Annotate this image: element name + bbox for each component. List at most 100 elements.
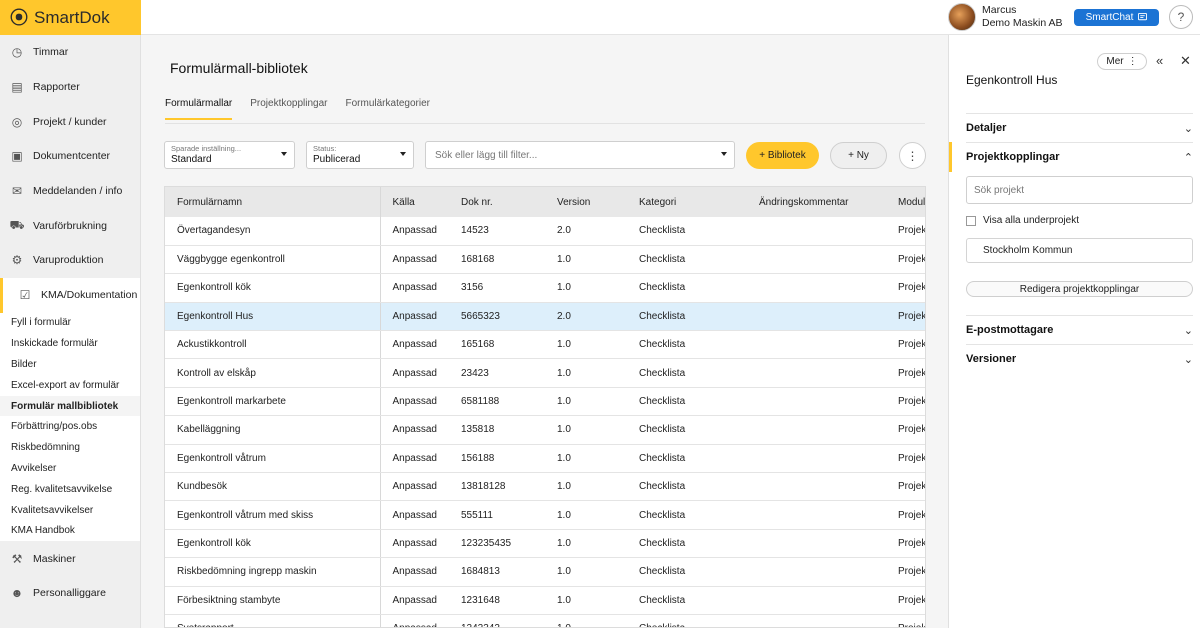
table-header-row: Formulärnamn Källa Dok nr. Version Kateg…	[165, 187, 925, 217]
table-row[interactable]: Kundbesök Anpassad 13818128 1.0 Checklista Pr…	[165, 472, 925, 502]
saved-settings-value: Standard	[171, 154, 212, 165]
table-cell: Checklista	[627, 557, 747, 587]
column-header[interactable]: Dok nr.	[449, 187, 545, 217]
table-row[interactable]: Egenkontroll våtrum med skiss Anpassad 555…	[165, 500, 925, 530]
table-row[interactable]: Egenkontroll våtrum Anpassad 156188 1.0 Chec…	[165, 444, 925, 474]
section-epostmottagare[interactable]: E-postmottagare ⌄	[966, 315, 1193, 344]
show-subprojects-checkbox[interactable]	[966, 215, 976, 226]
table-cell: Projek	[886, 444, 925, 474]
submenu-item-active[interactable]: Formulär mallbibliotek	[0, 395, 140, 417]
sidebar-item-maskiner[interactable]: ⚒ Maskiner	[0, 541, 140, 576]
table-cell: Anpassad	[380, 302, 449, 332]
section-label: Projektkopplingar	[966, 151, 1060, 163]
table-cell: 1.0	[545, 444, 627, 474]
submenu-item[interactable]: Kvalitetsavvikelser	[0, 500, 140, 521]
more-options-button[interactable]: ⋮	[899, 142, 926, 169]
table-cell: Projek	[886, 614, 925, 627]
double-chevron-left-icon[interactable]: «	[1156, 53, 1163, 68]
sidebar-item-dokumentcenter[interactable]: ▣ Dokumentcenter	[0, 139, 140, 174]
column-header[interactable]: Modul	[886, 187, 925, 217]
submenu-item[interactable]: Riskbedömning	[0, 437, 140, 458]
table-cell: Ackustikkontroll	[165, 330, 381, 360]
table-cell: Projek	[886, 387, 925, 417]
submenu-item[interactable]: Excel-export av formulär	[0, 375, 140, 396]
table-cell: 5665323	[449, 302, 545, 332]
submenu-item[interactable]: Reg. kvalitetsavvikelse	[0, 479, 140, 500]
filter-search-input[interactable]: Sök eller lägg till filter...	[425, 141, 735, 169]
table-cell: Projek	[886, 273, 925, 303]
table-cell: Svetsrapport	[165, 614, 381, 627]
submenu-item[interactable]: Förbättring/pos.obs	[0, 416, 140, 437]
smartdok-logo-icon: ⦿	[10, 7, 28, 28]
table-row[interactable]: Egenkontroll Hus Anpassad 5665323 2.0 Checkl…	[165, 302, 925, 332]
column-header[interactable]: Kategori	[627, 187, 747, 217]
logo[interactable]: ⦿ SmartDok	[0, 0, 141, 35]
avatar	[948, 3, 976, 31]
table-row[interactable]: Kontroll av elskåp Anpassad 23423 1.0 Checkl…	[165, 358, 925, 388]
table-row[interactable]: Kabelläggning Anpassad 135818 1.0 Checklista…	[165, 415, 925, 445]
project-search-input[interactable]: Sök projekt	[966, 176, 1193, 204]
submenu-item[interactable]: Fyll i formulär	[0, 313, 140, 334]
table-row[interactable]: SvetsrapportAnpassad12423421.0Checklista…	[165, 614, 925, 627]
show-subprojects-label: Visa alla underprojekt	[983, 215, 1079, 226]
table-row[interactable]: Egenkontroll kök Anpassad 123235435 1.0 Chec…	[165, 529, 925, 559]
more-menu-button[interactable]: Mer ⋮	[1097, 53, 1147, 70]
user-menu[interactable]: Marcus Demo Maskin AB	[948, 3, 1063, 31]
sidebar-item-kma[interactable]: ☑ KMA/Dokumentation	[0, 277, 140, 313]
clock-icon: ◷	[11, 45, 23, 60]
sidebar-item-varuforbrukning[interactable]: ⛟ Varuförbrukning	[0, 208, 140, 243]
table-row[interactable]: Egenkontroll kök Anpassad 3156 1.0 Checklist…	[165, 273, 925, 303]
table-cell: 135818	[449, 415, 545, 445]
table-cell: Checklista	[627, 217, 747, 246]
section-detaljer[interactable]: Detaljer ⌄	[966, 113, 1193, 142]
table-cell	[747, 217, 886, 246]
table-row[interactable]: Väggbygge egenkontroll Anpassad 168168 1.0 C…	[165, 245, 925, 275]
column-header[interactable]: Formulärnamn	[165, 187, 381, 217]
table-cell: Kontroll av elskåp	[165, 358, 381, 388]
show-subprojects-row[interactable]: Visa alla underprojekt	[966, 215, 1079, 226]
submenu-item[interactable]: Inskickade formulär	[0, 333, 140, 354]
column-header[interactable]: Ändringskommentar	[747, 187, 886, 217]
tab-projektkopplingar[interactable]: Projektkopplingar	[250, 98, 327, 120]
column-header[interactable]: Version	[545, 187, 627, 217]
help-icon: ?	[1177, 10, 1185, 24]
table-cell: 1.0	[545, 557, 627, 587]
sidebar-item-personalliggare[interactable]: ☻ Personalliggare	[0, 576, 140, 611]
smartchat-button[interactable]: SmartChat	[1074, 9, 1159, 26]
table-cell: 555111	[449, 500, 545, 530]
sidebar-item-label: Rapporter	[33, 81, 80, 94]
tab-formularkategorier[interactable]: Formulärkategorier	[346, 98, 430, 120]
table-cell: Anpassad	[380, 557, 449, 587]
submenu-item[interactable]: KMA Handbok	[0, 520, 140, 541]
table-cell	[747, 387, 886, 417]
sidebar-item-timmar[interactable]: ◷ Timmar	[0, 35, 140, 70]
table-cell: 1.0	[545, 472, 627, 502]
sidebar-item-varuproduktion[interactable]: ⚙ Varuproduktion	[0, 243, 140, 278]
edit-project-links-button[interactable]: Redigera projektkopplingar	[966, 281, 1193, 297]
project-item[interactable]: Stockholm Kommun	[966, 238, 1193, 263]
tab-formularmallar[interactable]: Formulärmallar	[165, 98, 233, 120]
section-versioner[interactable]: Versioner ⌄	[966, 344, 1193, 373]
section-projektkopplingar[interactable]: Projektkopplingar ⌃	[966, 142, 1193, 171]
column-header[interactable]: Källa	[380, 187, 449, 217]
table-cell: Projek	[886, 245, 925, 275]
table-row[interactable]: Riskbedömning ingrepp maskin Anpassad 1684…	[165, 557, 925, 587]
report-icon: ▤	[11, 80, 23, 95]
sidebar-item-rapporter[interactable]: ▤ Rapporter	[0, 70, 140, 105]
sidebar-item-meddelanden[interactable]: ✉ Meddelanden / info	[0, 174, 140, 209]
submenu-item[interactable]: Avvikelser	[0, 458, 140, 479]
status-select[interactable]: Status: Publicerad	[306, 141, 414, 169]
close-icon[interactable]: ✕	[1180, 53, 1191, 69]
submenu-item[interactable]: Bilder	[0, 354, 140, 375]
table-row[interactable]: Förbesiktning stambyte Anpassad 1231648 1.0…	[165, 586, 925, 615]
sidebar-item-projekt[interactable]: ◎ Projekt / kunder	[0, 104, 140, 139]
help-button[interactable]: ?	[1169, 5, 1193, 29]
table-row[interactable]: Egenkontroll markarbete Anpassad 6581188 1.…	[165, 387, 925, 417]
saved-settings-select[interactable]: Sparade inställning... Standard	[164, 141, 295, 169]
truck-icon: ⛟	[9, 217, 25, 232]
kebab-icon: ⋮	[1127, 56, 1138, 67]
add-library-button[interactable]: + Bibliotek	[746, 142, 819, 169]
new-button[interactable]: + Ny	[830, 142, 887, 169]
table-row[interactable]: Ackustikkontroll Anpassad 165168 1.0 Checkli…	[165, 330, 925, 360]
table-row[interactable]: Övertagandesyn Anpassad 14523 2.0 Checklista…	[165, 217, 925, 246]
